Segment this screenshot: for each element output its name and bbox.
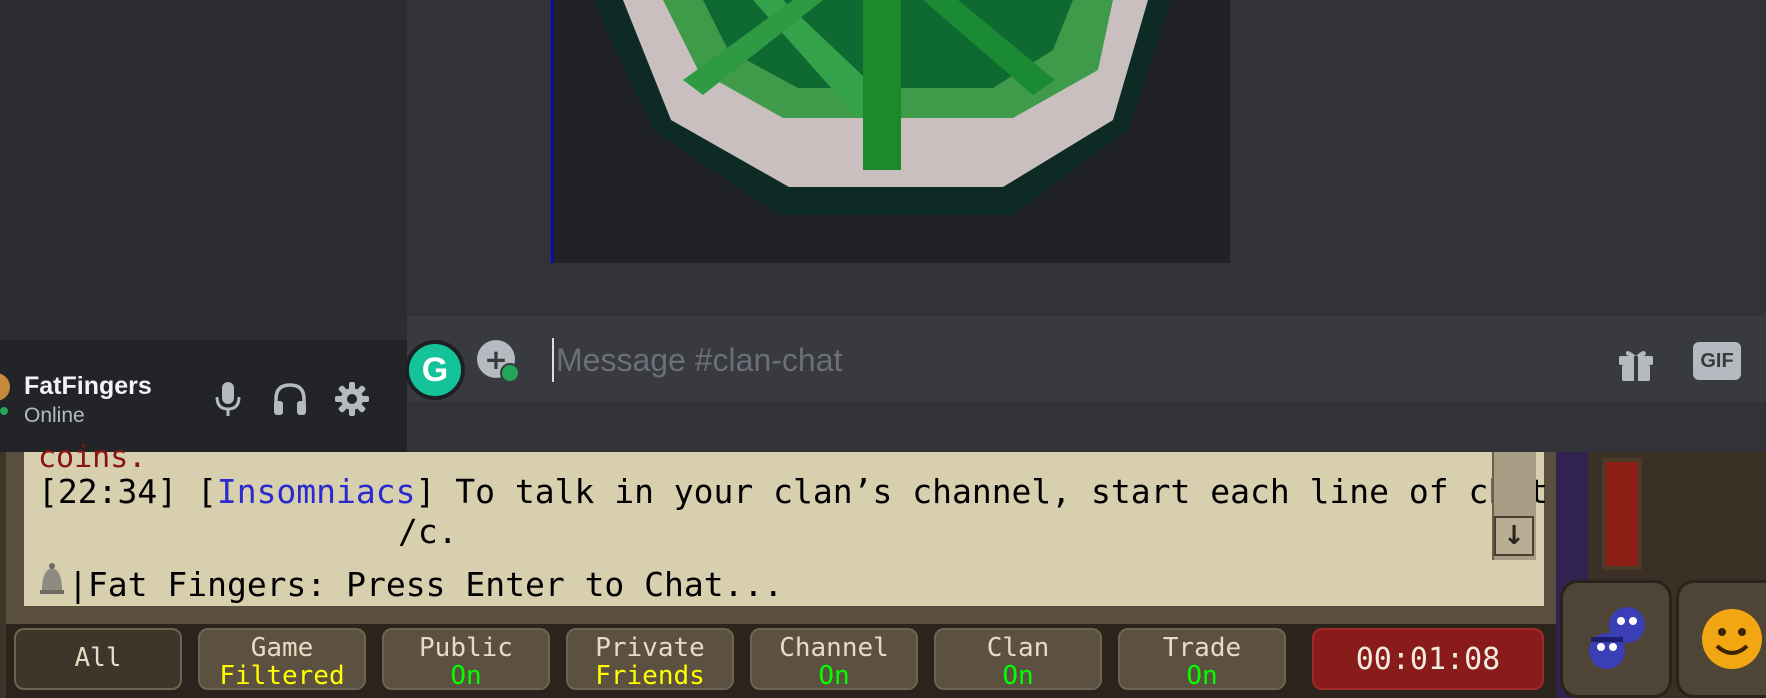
microphone-icon [215, 382, 241, 416]
gif-button[interactable]: GIF [1693, 342, 1741, 380]
orb-column [1602, 458, 1642, 570]
bell-icon [40, 563, 64, 594]
chat-input-text: Fat Fingers: Press Enter to Chat... [87, 565, 784, 604]
microphone-button[interactable] [206, 377, 250, 421]
tab-label: Private [595, 633, 705, 663]
scroll-down-button[interactable]: ↓ [1494, 516, 1534, 556]
tab-filter-status: On [450, 661, 482, 691]
chat-timestamp: [22:34] [38, 472, 178, 511]
tab-trade[interactable]: Trade On [1118, 628, 1286, 690]
tab-filter-status: Filtered [219, 661, 345, 691]
smiley-face-icon [1702, 609, 1762, 669]
message-input[interactable] [556, 334, 1556, 386]
chat-message-partial: coins. [38, 440, 147, 475]
tab-filter-status: Friends [595, 661, 705, 691]
tab-filter-status: On [1186, 661, 1218, 691]
user-status: Online [24, 404, 85, 427]
emotes-tab-button[interactable] [1676, 580, 1766, 698]
friends-tab-button[interactable] [1560, 580, 1672, 698]
username[interactable]: FatFingers [24, 372, 152, 401]
gift-button[interactable] [1614, 342, 1658, 386]
chat-clan-name: Insomniacs [216, 472, 416, 511]
headphones-icon [274, 383, 306, 415]
headphones-button[interactable] [268, 377, 312, 421]
text-caret [552, 338, 554, 382]
tab-game[interactable]: Game Filtered [198, 628, 366, 690]
tab-label: Clan [986, 633, 1050, 663]
image-embed[interactable] [553, 0, 1230, 263]
activity-play-icon [500, 363, 520, 383]
friends-icon [1589, 607, 1645, 669]
clan-logo-image [593, 0, 1171, 215]
tab-channel[interactable]: Channel On [750, 628, 918, 690]
scroll-down-arrow-icon: ↓ [1503, 521, 1525, 551]
tab-label: Public [419, 633, 513, 663]
gift-icon [1619, 350, 1653, 381]
chat-input-prompt[interactable]: |Fat Fingers: Press Enter to Chat... [68, 565, 783, 604]
grammarly-logo-icon: G [421, 350, 449, 389]
settings-button[interactable] [330, 377, 374, 421]
session-timer[interactable]: 00:01:08 [1312, 628, 1544, 690]
grammarly-button[interactable]: G [405, 340, 465, 400]
settings-gear-icon [335, 382, 369, 416]
tab-label: Channel [779, 633, 889, 663]
tab-filter-status: On [818, 661, 850, 691]
tab-label: Game [250, 633, 314, 663]
tab-label: All [74, 643, 122, 673]
tab-filter-status: On [1002, 661, 1034, 691]
tab-private[interactable]: Private Friends [566, 628, 734, 690]
tab-clan[interactable]: Clan On [934, 628, 1102, 690]
tab-public[interactable]: Public On [382, 628, 550, 690]
chat-message-continuation: /c. [398, 512, 458, 551]
tab-label: Trade [1162, 633, 1242, 663]
tab-all[interactable]: All [14, 628, 182, 690]
